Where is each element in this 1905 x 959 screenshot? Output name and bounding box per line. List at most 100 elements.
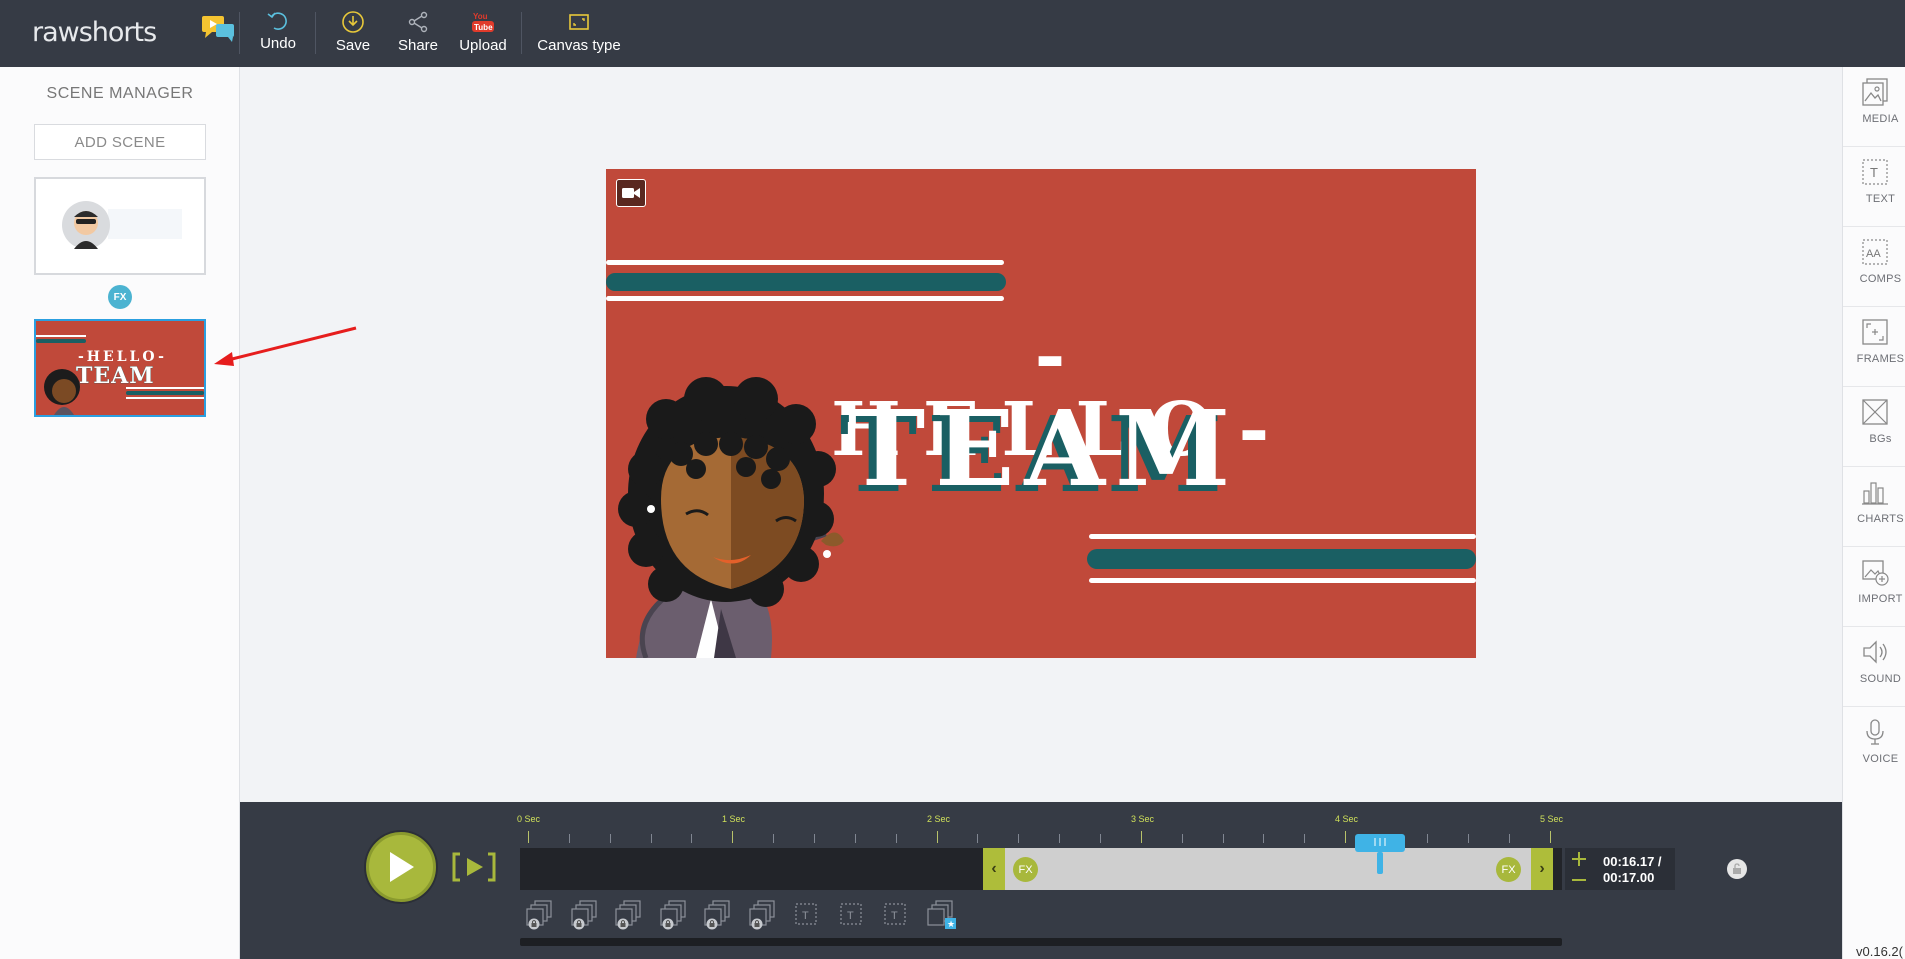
- frames-icon: [1861, 319, 1888, 345]
- background-icon: [1861, 399, 1888, 425]
- rawshorts-logo[interactable]: rawshorts: [32, 12, 234, 52]
- sound-tab[interactable]: SOUND: [1843, 627, 1905, 707]
- unlock-icon[interactable]: [1727, 859, 1747, 879]
- stripe-top-1: [606, 260, 1004, 265]
- top-toolbar: rawshorts Undo Save Share You Tube Uploa…: [0, 0, 1905, 67]
- text-layer-icon[interactable]: T: [882, 900, 912, 930]
- clip-start-handle[interactable]: ‹: [983, 848, 1005, 890]
- undo-label: Undo: [260, 35, 296, 52]
- scene-manager-title: SCENE MANAGER: [46, 85, 194, 102]
- ruler-tick: [1427, 834, 1428, 843]
- ruler-tick: [732, 831, 733, 843]
- text-label: TEXT: [1865, 193, 1896, 205]
- version-label: v0.16.2(: [1856, 944, 1903, 959]
- charts-icon: [1861, 482, 1888, 505]
- asset-panel: MEDIA T TEXT AA COMPS FRAMES BGs CHARTS …: [1842, 67, 1905, 959]
- text-tab[interactable]: T TEXT: [1843, 147, 1905, 227]
- ruler-label-2: 2 Sec: [927, 814, 951, 824]
- ruler-tick: [1182, 834, 1183, 843]
- svg-text:T: T: [1870, 165, 1878, 180]
- media-tab[interactable]: MEDIA: [1843, 67, 1905, 147]
- ruler-tick: [1018, 834, 1019, 843]
- canvas-frame-icon: [569, 14, 589, 30]
- import-tab[interactable]: IMPORT: [1843, 547, 1905, 627]
- frames-label: FRAMES: [1856, 353, 1905, 365]
- timeline-clip[interactable]: ‹ FX FX ›: [983, 848, 1747, 890]
- text-icon: T: [1861, 159, 1888, 185]
- media-layer-star-icon[interactable]: ★: [926, 900, 957, 930]
- ruler-label-5: 5 Sec: [1540, 814, 1564, 824]
- text-layer-icon[interactable]: T: [838, 900, 868, 930]
- red-pointer-arrow: [214, 326, 357, 366]
- ruler-tick: [814, 834, 815, 843]
- scene-1-preview: [62, 201, 182, 249]
- scene-thumbnail-2-selected[interactable]: -HELLO- TEAM: [34, 319, 206, 417]
- ruler-tick: [1304, 834, 1305, 843]
- share-icon: [408, 11, 428, 33]
- svg-text:T: T: [802, 910, 809, 922]
- locked-media-layer-icon[interactable]: [704, 900, 734, 930]
- locked-media-layer-icon[interactable]: [659, 900, 690, 930]
- scene-manager-panel: SCENE MANAGER ADD SCENE FX -HELLO- TEAM: [0, 67, 240, 959]
- share-button[interactable]: Share: [396, 10, 440, 58]
- svg-text:You: You: [473, 12, 488, 21]
- ruler-tick: [528, 831, 529, 843]
- stripe-top-2: [606, 273, 1006, 291]
- svg-text:AA: AA: [1866, 248, 1881, 260]
- ruler-tick: [651, 834, 652, 843]
- save-button[interactable]: Save: [334, 10, 372, 58]
- clip-end-fx-button[interactable]: FX: [1496, 857, 1521, 882]
- canvas-type-button[interactable]: Canvas type: [534, 10, 624, 58]
- sound-label: SOUND: [1859, 673, 1902, 685]
- comps-icon: AA: [1861, 239, 1888, 265]
- ruler-tick: [1509, 834, 1510, 843]
- scene-transition-fx-badge[interactable]: FX: [108, 285, 132, 309]
- ruler-tick: [610, 834, 611, 843]
- frames-tab[interactable]: FRAMES: [1843, 307, 1905, 387]
- ruler-label-1: 1 Sec: [722, 814, 746, 824]
- locked-media-layer-icon[interactable]: [570, 900, 601, 930]
- locked-media-layer-icon[interactable]: [526, 900, 556, 930]
- microphone-icon: [1865, 719, 1884, 745]
- text-layer-icon[interactable]: T: [793, 900, 823, 930]
- toolbar-divider: [239, 12, 240, 54]
- svg-text:T: T: [891, 910, 898, 922]
- svg-text:T: T: [847, 910, 854, 922]
- comps-tab[interactable]: AA COMPS: [1843, 227, 1905, 307]
- locked-media-layer-icon[interactable]: [615, 900, 645, 930]
- download-circle-icon: [342, 11, 364, 33]
- ruler-tick: [977, 834, 978, 843]
- voice-label: VOICE: [1862, 753, 1899, 765]
- ruler-tick: [1263, 834, 1264, 843]
- ruler-tick: [1468, 834, 1469, 843]
- play-button[interactable]: [366, 832, 436, 902]
- upload-button[interactable]: You Tube Upload: [456, 10, 510, 58]
- undo-button[interactable]: Undo: [256, 10, 300, 58]
- play-scene-button[interactable]: [452, 850, 496, 884]
- ruler-tick: [1223, 834, 1224, 843]
- voice-tab[interactable]: VOICE: [1843, 707, 1905, 787]
- ruler-label-0: 0 Sec: [517, 814, 541, 824]
- ruler-tick: [1550, 831, 1551, 843]
- timeline-scrollbar[interactable]: [520, 938, 1562, 946]
- ruler-tick: [1141, 831, 1142, 843]
- current-time: 00:16.17 /: [1603, 854, 1662, 869]
- clip-start-fx-button[interactable]: FX: [1013, 857, 1038, 882]
- zoom-in-icon[interactable]: [1572, 852, 1586, 866]
- undo-icon: [267, 12, 287, 30]
- svg-text:TEAM: TEAM: [76, 363, 155, 389]
- scene-canvas[interactable]: -HELLO- TEAM: [606, 169, 1476, 658]
- import-icon: [1861, 560, 1889, 586]
- add-scene-button[interactable]: ADD SCENE: [34, 124, 206, 160]
- total-time: 00:17.00: [1603, 870, 1655, 885]
- charts-tab[interactable]: CHARTS: [1843, 467, 1905, 547]
- clip-end-handle[interactable]: ›: [1531, 848, 1553, 890]
- ruler-tick: [1100, 834, 1101, 843]
- locked-media-layer-icon[interactable]: [748, 900, 779, 930]
- playhead-handle[interactable]: [1353, 832, 1407, 876]
- stripe-bottom-1: [1089, 534, 1476, 539]
- scene-thumbnail-1[interactable]: [34, 177, 206, 275]
- backgrounds-tab[interactable]: BGs: [1843, 387, 1905, 467]
- team-text[interactable]: TEAM: [824, 397, 1264, 501]
- media-label: MEDIA: [1862, 113, 1899, 125]
